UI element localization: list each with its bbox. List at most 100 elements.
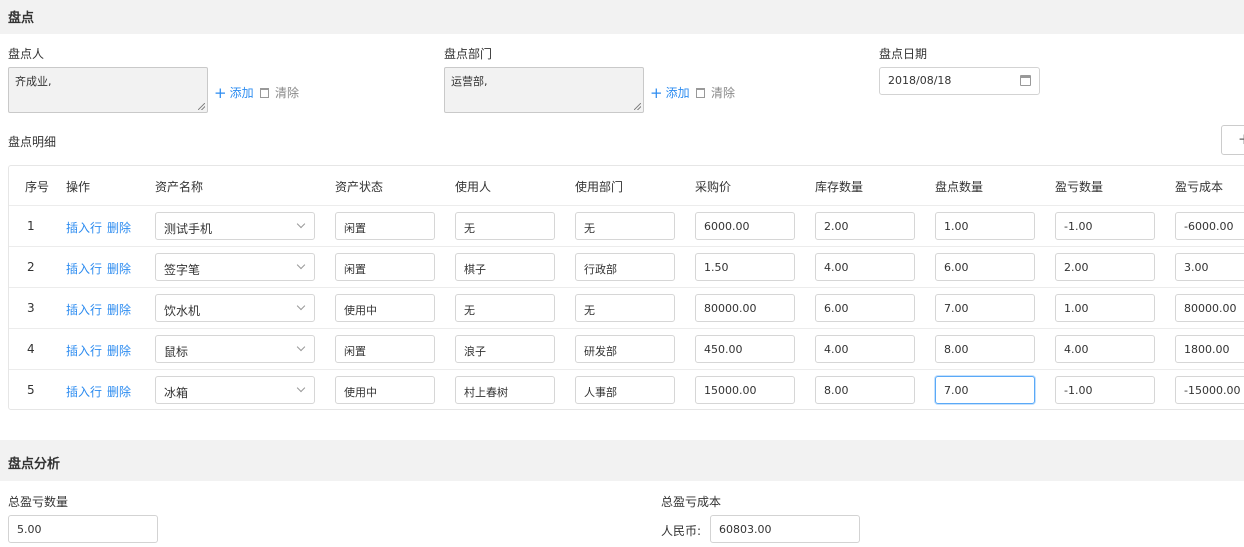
column-header: 盈亏成本 [1175, 180, 1224, 194]
delete-row-link[interactable]: 删除 [107, 342, 131, 359]
insert-row-link[interactable]: 插入行 [66, 260, 102, 277]
asset-name-select[interactable]: 冰箱 [155, 376, 315, 404]
insert-row-link[interactable]: 插入行 [66, 301, 102, 318]
stock-qty-field[interactable]: 4.00 [815, 253, 915, 281]
user-field[interactable]: 无 [455, 294, 555, 322]
dept-add-label: 添加 [665, 86, 690, 100]
person-add-label: 添加 [229, 86, 254, 100]
add-row-button-label: + [1238, 130, 1244, 148]
asset-name-select[interactable]: 测试手机 [155, 212, 315, 240]
diff-cost-field[interactable]: 80000.00 [1175, 294, 1244, 322]
dept-field[interactable]: 人事部 [575, 376, 675, 404]
calendar-icon[interactable] [1020, 75, 1031, 86]
diff-qty-field[interactable]: -1.00 [1055, 212, 1155, 240]
stock-qty-field[interactable]: 2.00 [815, 212, 915, 240]
resize-grip-icon[interactable] [634, 103, 641, 110]
delete-row-link[interactable]: 删除 [107, 301, 131, 318]
dept-clear-button[interactable]: 清除 [696, 84, 735, 101]
purchase-price-field[interactable]: 80000.00 [695, 294, 795, 322]
dept-field[interactable]: 研发部 [575, 335, 675, 363]
dept-value: 运营部, [451, 75, 488, 88]
user-field[interactable]: 浪子 [455, 335, 555, 363]
insert-row-link[interactable]: 插入行 [66, 219, 102, 236]
diff-cost-field[interactable]: -15000.00 [1175, 376, 1244, 404]
count-qty-field[interactable]: 1.00 [935, 212, 1035, 240]
user-field[interactable]: 无 [455, 212, 555, 240]
purchase-price-field-value: 450.00 [704, 343, 743, 356]
chevron-down-icon [296, 219, 306, 229]
asset-name-value: 签字笔 [164, 263, 201, 277]
count-qty-field[interactable]: 7.00 [935, 294, 1035, 322]
total-cost-input[interactable]: 60803.00 [710, 515, 860, 543]
asset-status-field[interactable]: 闲置 [335, 335, 435, 363]
insert-row-link[interactable]: 插入行 [66, 383, 102, 400]
column-header: 盘点数量 [935, 180, 984, 194]
dept-field[interactable]: 行政部 [575, 253, 675, 281]
user-field-value: 浪子 [464, 345, 486, 358]
stock-qty-field[interactable]: 8.00 [815, 376, 915, 404]
row-index: 1 [27, 219, 35, 233]
asset-name-select[interactable]: 鼠标 [155, 335, 315, 363]
diff-cost-field[interactable]: 3.00 [1175, 253, 1244, 281]
purchase-price-field[interactable]: 6000.00 [695, 212, 795, 240]
user-field[interactable]: 棋子 [455, 253, 555, 281]
add-row-button[interactable]: + [1221, 125, 1244, 155]
asset-status-field[interactable]: 闲置 [335, 212, 435, 240]
person-clear-button[interactable]: 清除 [260, 84, 299, 101]
plus-icon: + [650, 83, 663, 102]
total-qty-value: 5.00 [17, 523, 42, 536]
diff-cost-field[interactable]: 1800.00 [1175, 335, 1244, 363]
section-header-analysis: 盘点分析 [0, 440, 1244, 481]
asset-name-value: 饮水机 [164, 304, 201, 318]
dept-field[interactable]: 无 [575, 294, 675, 322]
count-qty-field-value: 8.00 [944, 343, 969, 356]
asset-name-select[interactable]: 签字笔 [155, 253, 315, 281]
delete-row-link[interactable]: 删除 [107, 219, 131, 236]
user-field-value: 无 [464, 304, 475, 317]
dept-textarea[interactable]: 运营部, [444, 67, 644, 113]
diff-qty-field[interactable]: 1.00 [1055, 294, 1155, 322]
purchase-price-field[interactable]: 1.50 [695, 253, 795, 281]
chevron-down-icon [296, 342, 306, 352]
diff-qty-field[interactable]: -1.00 [1055, 376, 1155, 404]
asset-status-field[interactable]: 使用中 [335, 376, 435, 404]
column-header: 操作 [66, 180, 91, 194]
asset-name-select[interactable]: 饮水机 [155, 294, 315, 322]
table-row: 2 插入行 删除 签字笔 闲置 棋子 行政部 1.50 4.00 6.00 2.00 3.00 [9, 246, 1244, 287]
diff-qty-field[interactable]: 4.00 [1055, 335, 1155, 363]
row-index: 5 [27, 383, 35, 397]
diff-cost-field[interactable]: -6000.00 [1175, 212, 1244, 240]
delete-row-link[interactable]: 删除 [107, 383, 131, 400]
dept-field[interactable]: 无 [575, 212, 675, 240]
date-input[interactable]: 2018/08/18 [879, 67, 1040, 95]
asset-status-field-value: 闲置 [344, 263, 366, 276]
insert-row-link[interactable]: 插入行 [66, 342, 102, 359]
table-row: 3 插入行 删除 饮水机 使用中 无 无 80000.00 6.00 7.00 1.00 80000.… [9, 287, 1244, 328]
count-qty-field[interactable]: 7.00 [935, 376, 1035, 404]
stock-qty-field[interactable]: 4.00 [815, 335, 915, 363]
table-row: 5 插入行 删除 冰箱 使用中 村上春树 人事部 15000.00 8.00 7.00 -1.00 -… [9, 369, 1244, 410]
trash-icon [260, 87, 269, 98]
count-qty-field[interactable]: 8.00 [935, 335, 1035, 363]
person-add-button[interactable]: + 添加 [214, 84, 254, 101]
asset-status-field[interactable]: 闲置 [335, 253, 435, 281]
delete-row-link[interactable]: 删除 [107, 260, 131, 277]
total-cost-value: 60803.00 [719, 523, 772, 536]
purchase-price-field[interactable]: 450.00 [695, 335, 795, 363]
total-qty-input[interactable]: 5.00 [8, 515, 158, 543]
section-header-inventory: 盘点 [0, 0, 1244, 34]
dept-clear-label: 清除 [711, 86, 736, 100]
count-qty-field[interactable]: 6.00 [935, 253, 1035, 281]
analysis-title: 盘点分析 [8, 457, 61, 472]
asset-status-field[interactable]: 使用中 [335, 294, 435, 322]
purchase-price-field[interactable]: 15000.00 [695, 376, 795, 404]
stock-qty-field[interactable]: 6.00 [815, 294, 915, 322]
diff-qty-field[interactable]: 2.00 [1055, 253, 1155, 281]
person-textarea[interactable]: 齐成业, [8, 67, 208, 113]
dept-add-button[interactable]: + 添加 [650, 84, 690, 101]
diff-cost-field-value: 3.00 [1184, 261, 1209, 274]
diff-qty-field-value: -1.00 [1064, 220, 1093, 233]
diff-qty-field-value: 1.00 [1064, 302, 1089, 315]
resize-grip-icon[interactable] [198, 103, 205, 110]
user-field[interactable]: 村上春树 [455, 376, 555, 404]
